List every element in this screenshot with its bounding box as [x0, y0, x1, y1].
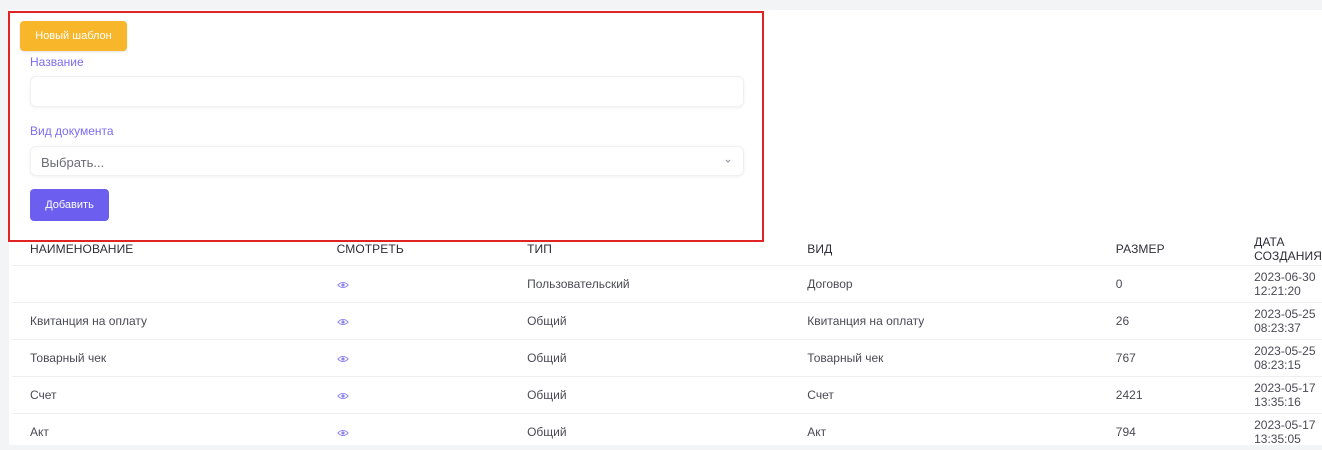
- eye-icon[interactable]: [337, 392, 349, 400]
- cell-view: [319, 377, 510, 414]
- cell-view: [319, 266, 510, 303]
- cell-kind: Квитанция на оплату: [789, 303, 1098, 340]
- header-kind[interactable]: ВИД: [789, 232, 1098, 266]
- header-type[interactable]: ТИП: [509, 232, 789, 266]
- cell-type: Пользовательский: [509, 266, 789, 303]
- table-header-row: НАИМЕНОВАНИЕ СМОТРЕТЬ ТИП ВИД РАЗМЕР ДАТ…: [12, 232, 1322, 266]
- header-size[interactable]: РАЗМЕР: [1098, 232, 1236, 266]
- header-created[interactable]: ДАТА СОЗДАНИЯ: [1236, 232, 1322, 266]
- cell-size: 767: [1098, 340, 1236, 377]
- eye-icon[interactable]: [337, 429, 349, 437]
- table-row[interactable]: Квитанция на оплатуОбщийКвитанция на опл…: [12, 303, 1322, 340]
- eye-icon[interactable]: [337, 281, 349, 289]
- cell-type: Общий: [509, 340, 789, 377]
- cell-view: [319, 303, 510, 340]
- cell-name: Счет: [12, 377, 319, 414]
- cell-created: 2023-05-17 13:35:16: [1236, 377, 1322, 414]
- cell-type: Общий: [509, 303, 789, 340]
- cell-name: Товарный чек: [12, 340, 319, 377]
- cell-size: 26: [1098, 303, 1236, 340]
- cell-created: 2023-06-30 12:21:20: [1236, 266, 1322, 303]
- header-name[interactable]: НАИМЕНОВАНИЕ: [12, 232, 319, 266]
- cell-name: Квитанция на оплату: [12, 303, 319, 340]
- highlight-frame: [8, 11, 764, 242]
- cell-kind: Товарный чек: [789, 340, 1098, 377]
- table-row[interactable]: СчетОбщийСчет24212023-05-17 13:35:16: [12, 377, 1322, 414]
- cell-kind: Договор: [789, 266, 1098, 303]
- header-view[interactable]: СМОТРЕТЬ: [319, 232, 510, 266]
- cell-name: [12, 266, 319, 303]
- cell-created: 2023-05-25 08:23:15: [1236, 340, 1322, 377]
- cell-size: 2421: [1098, 377, 1236, 414]
- eye-icon[interactable]: [337, 318, 349, 326]
- cell-type: Общий: [509, 377, 789, 414]
- cell-created: 2023-05-25 08:23:37: [1236, 303, 1322, 340]
- table-row[interactable]: ПользовательскийДоговор02023-06-30 12:21…: [12, 266, 1322, 303]
- eye-icon[interactable]: [337, 355, 349, 363]
- cell-view: [319, 340, 510, 377]
- templates-table: НАИМЕНОВАНИЕ СМОТРЕТЬ ТИП ВИД РАЗМЕР ДАТ…: [12, 232, 1322, 450]
- table-row[interactable]: Товарный чекОбщийТоварный чек7672023-05-…: [12, 340, 1322, 377]
- cell-kind: Счет: [789, 377, 1098, 414]
- cell-size: 0: [1098, 266, 1236, 303]
